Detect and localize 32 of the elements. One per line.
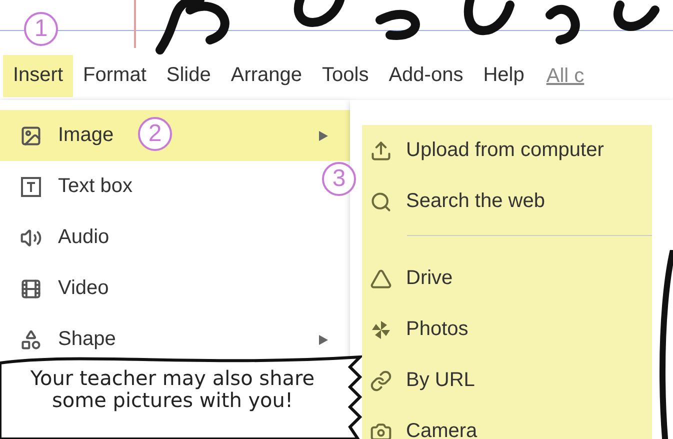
menu-tab[interactable]: Format: [73, 55, 156, 97]
film-icon: [20, 278, 42, 300]
submenu-item[interactable]: Photos: [406, 318, 468, 341]
text-box-icon: [20, 176, 42, 198]
submenu-item[interactable]: Drive: [406, 267, 453, 290]
search-icon: [370, 190, 392, 212]
menu-item[interactable]: Audio: [58, 226, 110, 249]
last-edit-link[interactable]: All c: [546, 64, 584, 88]
speaker-icon: [20, 226, 42, 248]
menu-tab[interactable]: Arrange: [220, 55, 312, 97]
menu-tab[interactable]: Add-ons: [378, 55, 474, 97]
menu-tab[interactable]: Tools: [312, 55, 379, 97]
callout-text: Your teacher may also share some pictures with you!: [29, 367, 316, 411]
submenu-item[interactable]: Camera: [406, 420, 478, 439]
menu-item[interactable]: Video: [58, 277, 109, 300]
menu-item[interactable]: Image: [58, 124, 114, 147]
menu-tab[interactable]: Help: [473, 55, 534, 97]
menu-tab[interactable]: Insert: [3, 55, 74, 97]
menu-item[interactable]: Text box: [58, 175, 132, 198]
submenu-item[interactable]: By URL: [406, 369, 475, 392]
shapes-icon: [20, 328, 42, 350]
menu-item[interactable]: Shape: [58, 328, 116, 351]
submenu-item[interactable]: Search the web: [406, 190, 545, 213]
step-number: 1: [24, 12, 58, 46]
camera-icon: [370, 420, 392, 439]
pinwheel-icon: [370, 318, 392, 340]
menu-tab[interactable]: Slide: [156, 55, 221, 97]
link-icon: [370, 370, 392, 392]
triangle-icon: [370, 268, 392, 290]
upload-icon: [370, 140, 392, 162]
submenu-item[interactable]: Upload from computer: [406, 139, 604, 162]
image-icon: [20, 124, 42, 146]
